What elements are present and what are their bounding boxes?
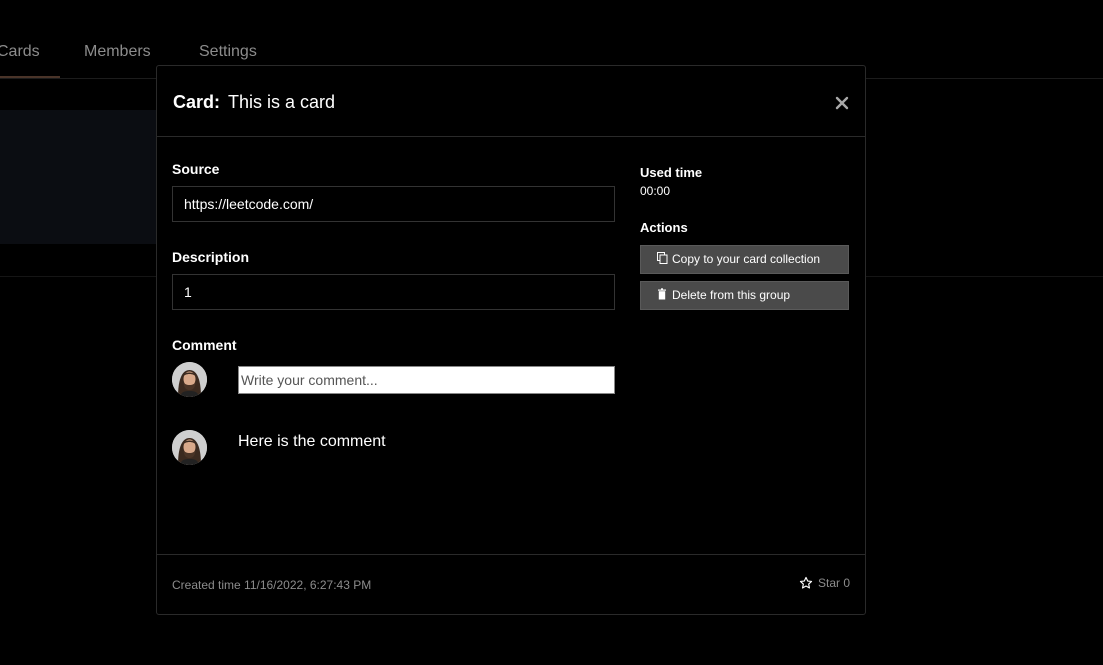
description-field[interactable]: 1: [172, 274, 615, 310]
star-icon: [799, 576, 813, 589]
copy-button-label: Copy to your card collection: [672, 252, 821, 266]
delete-button-label: Delete from this group: [672, 288, 791, 302]
tab-members[interactable]: Members: [84, 43, 151, 61]
user-avatar-image: [172, 362, 207, 397]
delete-from-group-button[interactable]: Delete from this group: [640, 281, 849, 310]
actions-label: Actions: [640, 220, 688, 235]
modal-footer: Created time 11/16/2022, 6:27:43 PM Star…: [157, 554, 865, 615]
source-label: Source: [172, 161, 220, 177]
close-button[interactable]: [832, 93, 852, 113]
background-card[interactable]: [0, 110, 170, 244]
modal-title-value: This is a card: [228, 92, 336, 112]
modal-title: Card: This is a card: [173, 92, 335, 113]
created-time: Created time 11/16/2022, 6:27:43 PM: [172, 578, 372, 592]
description-label: Description: [172, 249, 250, 265]
tab-settings[interactable]: Settings: [199, 43, 257, 61]
card-modal: Card: This is a card Source https://leetc…: [156, 65, 866, 615]
comment-text: Here is the comment: [238, 433, 386, 450]
page: Cards Members Settings Card: This is a ca…: [0, 0, 1103, 665]
used-time-value: 00:00: [640, 184, 671, 198]
copy-to-collection-button[interactable]: Copy to your card collection: [640, 245, 849, 274]
copy-icon: [657, 252, 668, 264]
tab-cards[interactable]: Cards: [0, 43, 40, 61]
user-avatar-image: [172, 430, 207, 465]
star-button[interactable]: Star 0: [799, 576, 850, 590]
comment-avatar: [172, 430, 207, 465]
star-count: Star 0: [817, 576, 850, 590]
comment-label: Comment: [172, 337, 237, 353]
close-icon: [835, 96, 849, 110]
active-tab-indicator: [0, 76, 60, 78]
source-field[interactable]: https://leetcode.com/: [172, 186, 615, 222]
used-time-label: Used time: [640, 165, 703, 180]
modal-header: Card: This is a card: [157, 66, 865, 137]
trash-icon: [658, 288, 666, 300]
modal-title-label: Card:: [173, 92, 221, 112]
comment-input[interactable]: Write your comment...: [238, 366, 615, 394]
avatar: [172, 362, 207, 397]
